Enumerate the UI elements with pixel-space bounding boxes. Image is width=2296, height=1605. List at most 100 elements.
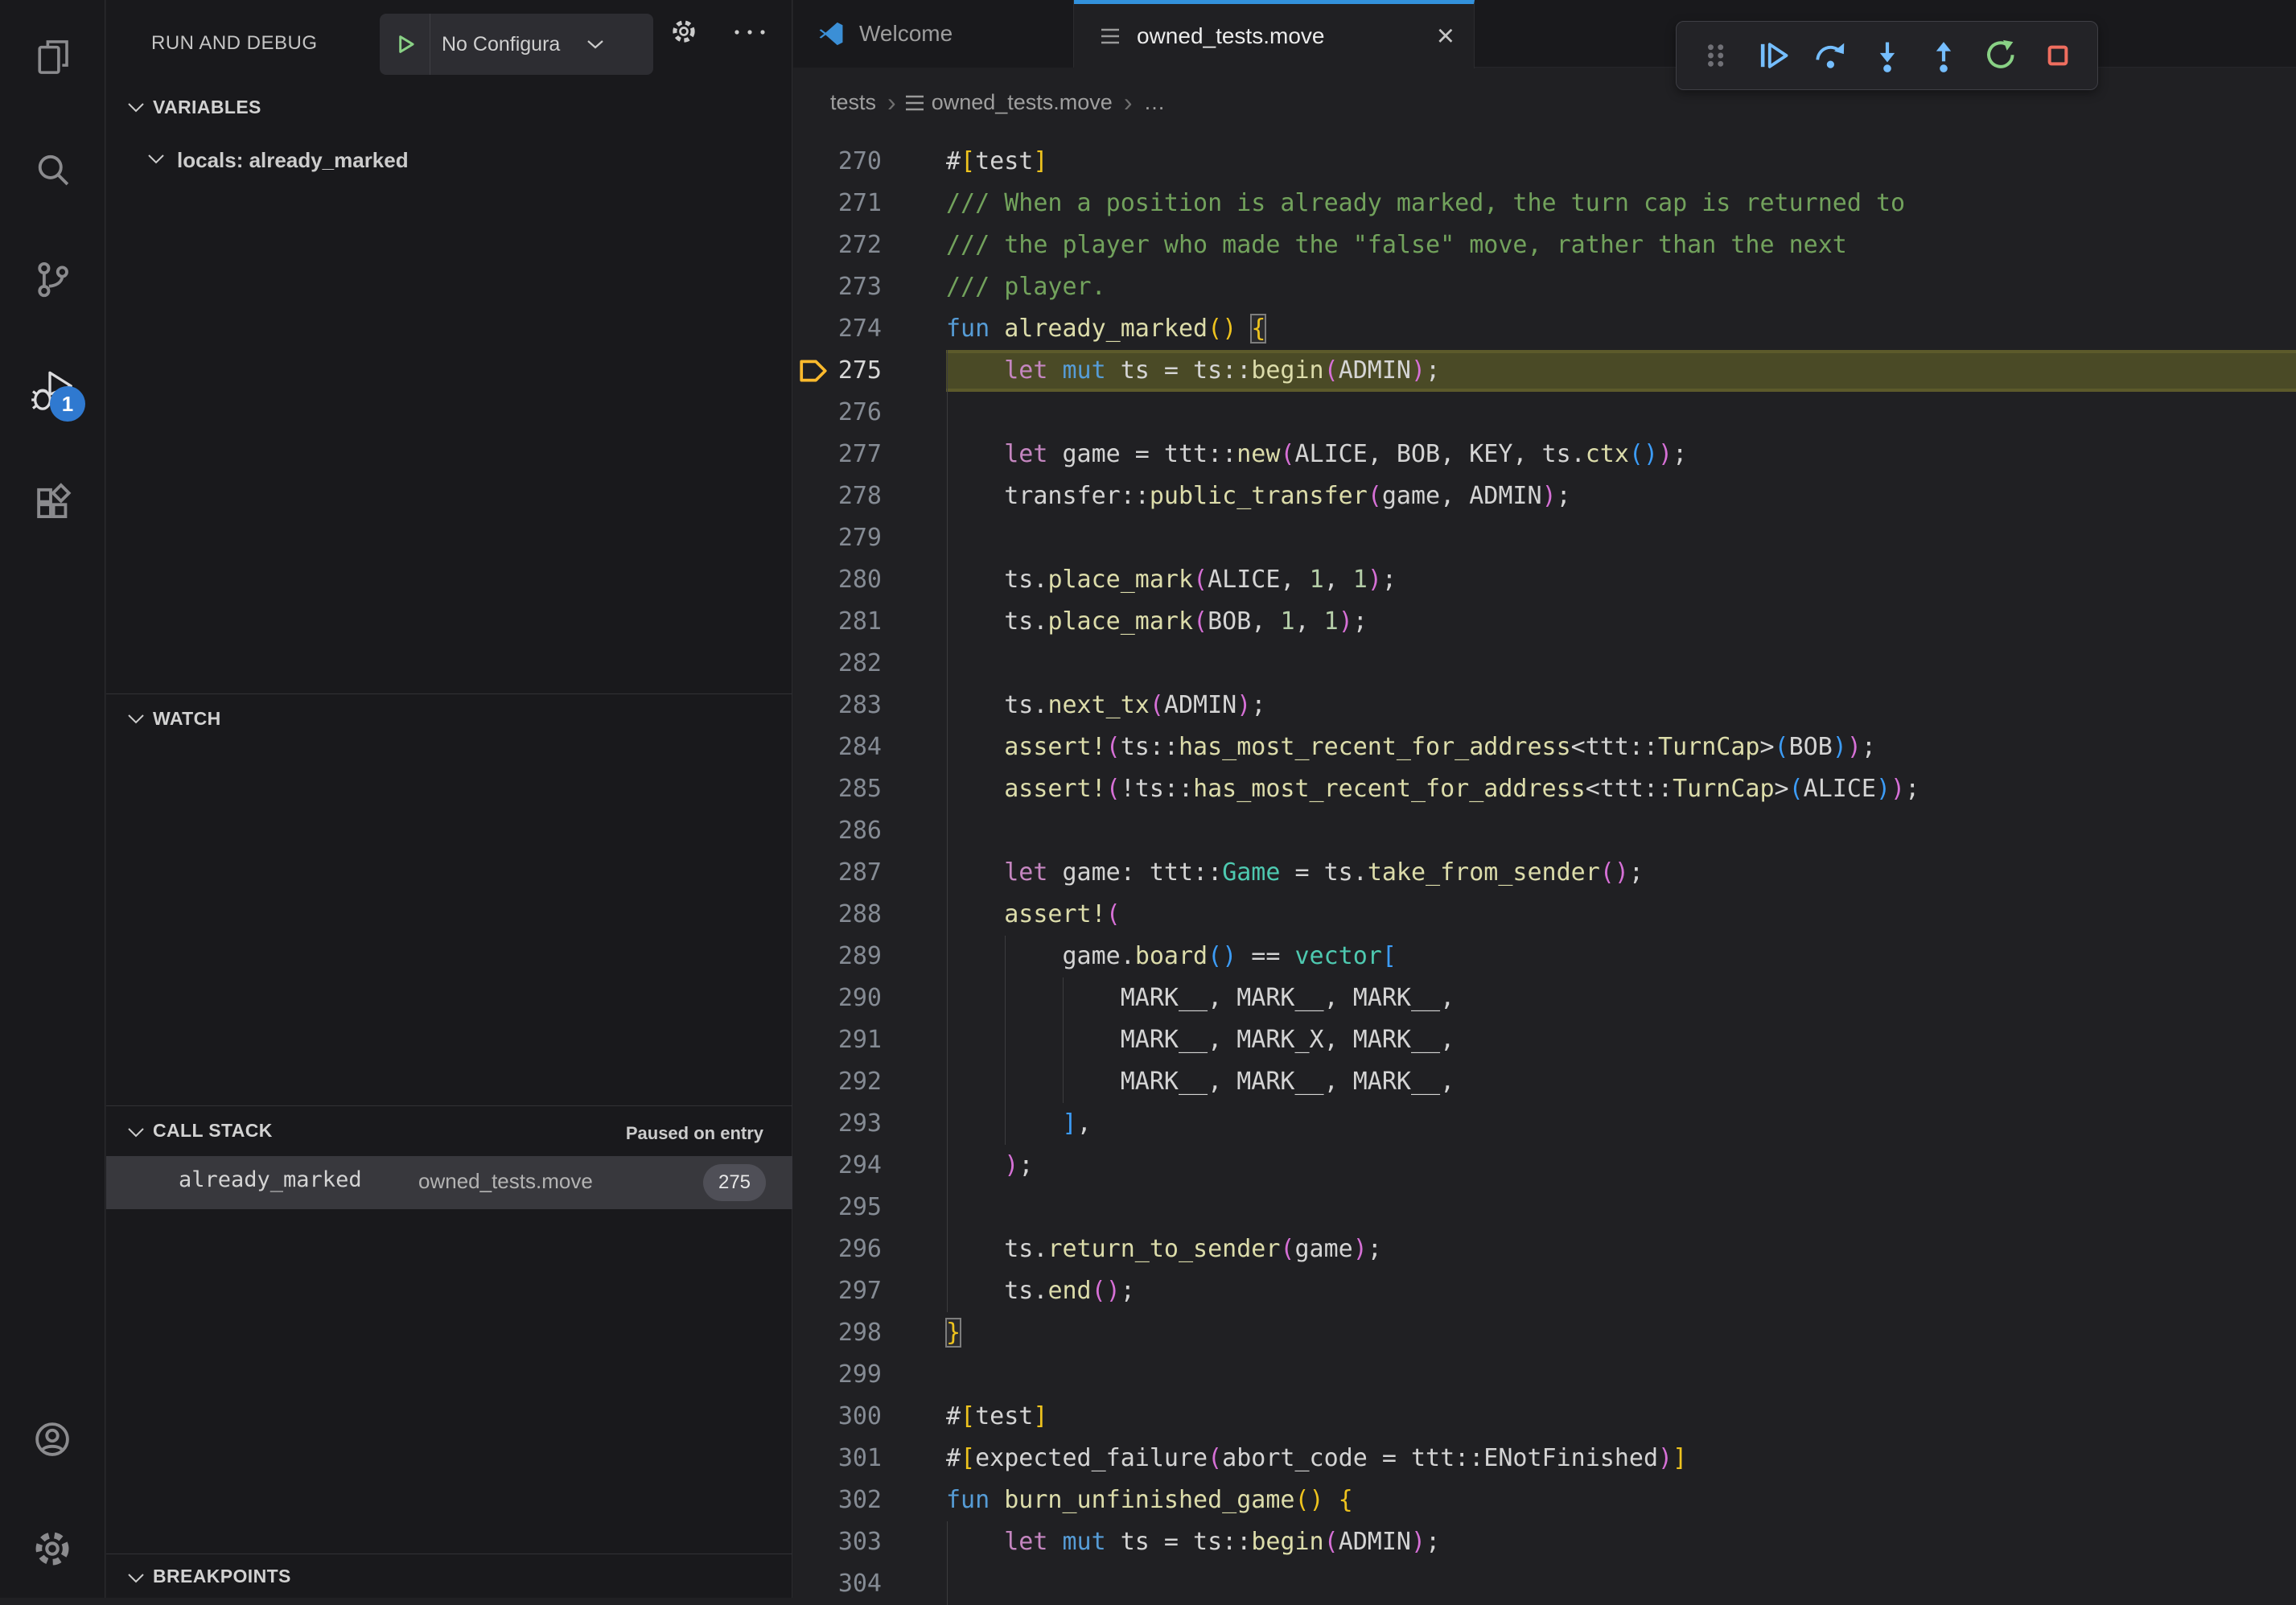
account-icon[interactable] — [31, 1418, 74, 1461]
code-line: 296 ts.return_to_sender(game); — [793, 1228, 2296, 1270]
code-text: MARK__, MARK_X, MARK__, — [946, 1019, 1455, 1061]
code-text: transfer::public_transfer(game, ADMIN); — [946, 475, 1571, 517]
step-out-icon[interactable] — [1915, 22, 1973, 89]
code-line: 284 assert!(ts::has_most_recent_for_addr… — [793, 726, 2296, 768]
line-number[interactable]: 293 — [793, 1103, 882, 1145]
line-number[interactable]: 296 — [793, 1228, 882, 1270]
breadcrumb-separator: › — [887, 88, 896, 117]
run-and-debug-icon[interactable]: 1 — [31, 368, 74, 412]
code-line: 283 ts.next_tx(ADMIN); — [793, 685, 2296, 726]
line-number[interactable]: 285 — [793, 768, 882, 810]
code-text: assert!( — [946, 894, 1121, 936]
line-number[interactable]: 290 — [793, 977, 882, 1019]
code-text: assert!(ts::has_most_recent_for_address<… — [946, 726, 1876, 768]
run-and-debug-sidebar: RUN AND DEBUG No Configura VARIABLES loc… — [106, 0, 792, 1598]
line-number[interactable]: 288 — [793, 894, 882, 936]
code-text: ], — [946, 1103, 1092, 1145]
chevron-down-icon — [146, 153, 166, 166]
tab-welcome[interactable]: Welcome — [793, 0, 1074, 68]
line-number[interactable]: 294 — [793, 1145, 882, 1187]
explorer-icon[interactable] — [31, 35, 74, 79]
line-number[interactable]: 276 — [793, 392, 882, 434]
paused-status-text: Paused on entry — [626, 1123, 763, 1144]
search-icon[interactable] — [31, 148, 74, 191]
line-number[interactable]: 281 — [793, 601, 882, 643]
code-line: 300#[test] — [793, 1396, 2296, 1438]
line-number[interactable]: 273 — [793, 266, 882, 308]
line-number[interactable]: 291 — [793, 1019, 882, 1061]
code-text: assert!(!ts::has_most_recent_for_address… — [946, 768, 1920, 810]
code-line: 292 MARK__, MARK__, MARK__, — [793, 1061, 2296, 1103]
code-line: 301 #[expected_failure(abort_code = ttt::… — [793, 1438, 2296, 1479]
stop-icon[interactable] — [2029, 22, 2086, 89]
code-line: 298} — [793, 1312, 2296, 1354]
line-number[interactable]: 292 — [793, 1061, 882, 1103]
variables-scope-row[interactable]: locals: already_marked — [106, 142, 792, 183]
toolbar-drag-handle[interactable] — [1688, 22, 1745, 89]
line-number[interactable]: 297 — [793, 1270, 882, 1312]
line-number[interactable]: 279 — [793, 517, 882, 559]
line-number[interactable]: 272 — [793, 224, 882, 266]
indent-guide — [947, 810, 948, 852]
line-number[interactable]: 275 — [793, 350, 882, 392]
line-number[interactable]: 302 — [793, 1479, 882, 1521]
frame-line-badge: 275 — [703, 1164, 766, 1201]
move-file-icon — [903, 91, 927, 115]
line-number[interactable]: 301 — [793, 1438, 882, 1479]
line-number[interactable]: 278 — [793, 475, 882, 517]
breadcrumb-folder[interactable]: tests — [830, 90, 876, 115]
breadcrumb-file[interactable]: owned_tests.move — [932, 90, 1113, 115]
line-number[interactable]: 289 — [793, 936, 882, 977]
line-number[interactable]: 277 — [793, 434, 882, 475]
line-number[interactable]: 282 — [793, 643, 882, 685]
chevron-down-icon — [126, 1126, 146, 1139]
line-number[interactable]: 298 — [793, 1312, 882, 1354]
code-text: game.board() == vector[ — [946, 936, 1397, 977]
tab-owned-tests[interactable]: owned_tests.move × — [1074, 0, 1475, 68]
frame-file-name: owned_tests.move — [418, 1169, 593, 1194]
line-number[interactable]: 271 — [793, 183, 882, 224]
close-icon[interactable]: × — [1437, 23, 1455, 50]
line-number[interactable]: 284 — [793, 726, 882, 768]
code-line: 279 — [793, 517, 2296, 559]
line-number[interactable]: 287 — [793, 852, 882, 894]
line-number[interactable]: 274 — [793, 308, 882, 350]
line-number[interactable]: 300 — [793, 1396, 882, 1438]
line-number[interactable]: 270 — [793, 141, 882, 183]
step-into-icon[interactable] — [1858, 22, 1915, 89]
line-number[interactable]: 295 — [793, 1187, 882, 1228]
code-line: 281 ts.place_mark(BOB, 1, 1); — [793, 601, 2296, 643]
line-number[interactable]: 283 — [793, 685, 882, 726]
more-actions-icon[interactable] — [732, 27, 767, 37]
settings-gear-icon[interactable] — [31, 1527, 74, 1570]
extensions-icon[interactable] — [31, 481, 74, 525]
restart-icon[interactable] — [1973, 22, 2030, 89]
line-number[interactable]: 286 — [793, 810, 882, 852]
code-line: 277 let game = ttt::new(ALICE, BOB, KEY,… — [793, 434, 2296, 475]
source-control-icon[interactable] — [31, 257, 74, 301]
code-line: 303 let mut ts = ts::begin(ADMIN); — [793, 1521, 2296, 1563]
line-number[interactable]: 280 — [793, 559, 882, 601]
debug-toolbar[interactable] — [1676, 21, 2098, 90]
code-text: } — [946, 1312, 961, 1354]
breadcrumb-more[interactable]: … — [1143, 90, 1165, 115]
code-line: 272/// the player who made the "false" m… — [793, 224, 2296, 266]
line-number[interactable]: 304 — [793, 1563, 882, 1605]
line-number[interactable]: 299 — [793, 1354, 882, 1396]
code-text: #[expected_failure(abort_code = ttt::ENo… — [946, 1438, 1687, 1479]
debug-session-badge: 1 — [50, 386, 85, 422]
indent-guide — [947, 392, 948, 434]
continue-icon[interactable] — [1745, 22, 1802, 89]
code-text: ts.return_to_sender(game); — [946, 1228, 1382, 1270]
line-number[interactable]: 303 — [793, 1521, 882, 1563]
debug-settings-gear-icon[interactable] — [669, 17, 698, 46]
code-line: 273/// player. — [793, 266, 2296, 308]
start-debug-icon[interactable] — [396, 34, 417, 55]
code-text: #[test] — [946, 141, 1047, 183]
call-stack-frame-row[interactable]: already_marked owned_tests.move 275 — [106, 1156, 792, 1209]
debug-config-label: No Configura — [442, 33, 583, 56]
code-text: let mut ts = ts::begin(ADMIN); — [946, 1521, 1440, 1563]
debug-config-dropdown[interactable]: No Configura — [380, 14, 653, 75]
code-text: /// When a position is already marked, t… — [946, 183, 1905, 224]
step-over-icon[interactable] — [1801, 22, 1858, 89]
